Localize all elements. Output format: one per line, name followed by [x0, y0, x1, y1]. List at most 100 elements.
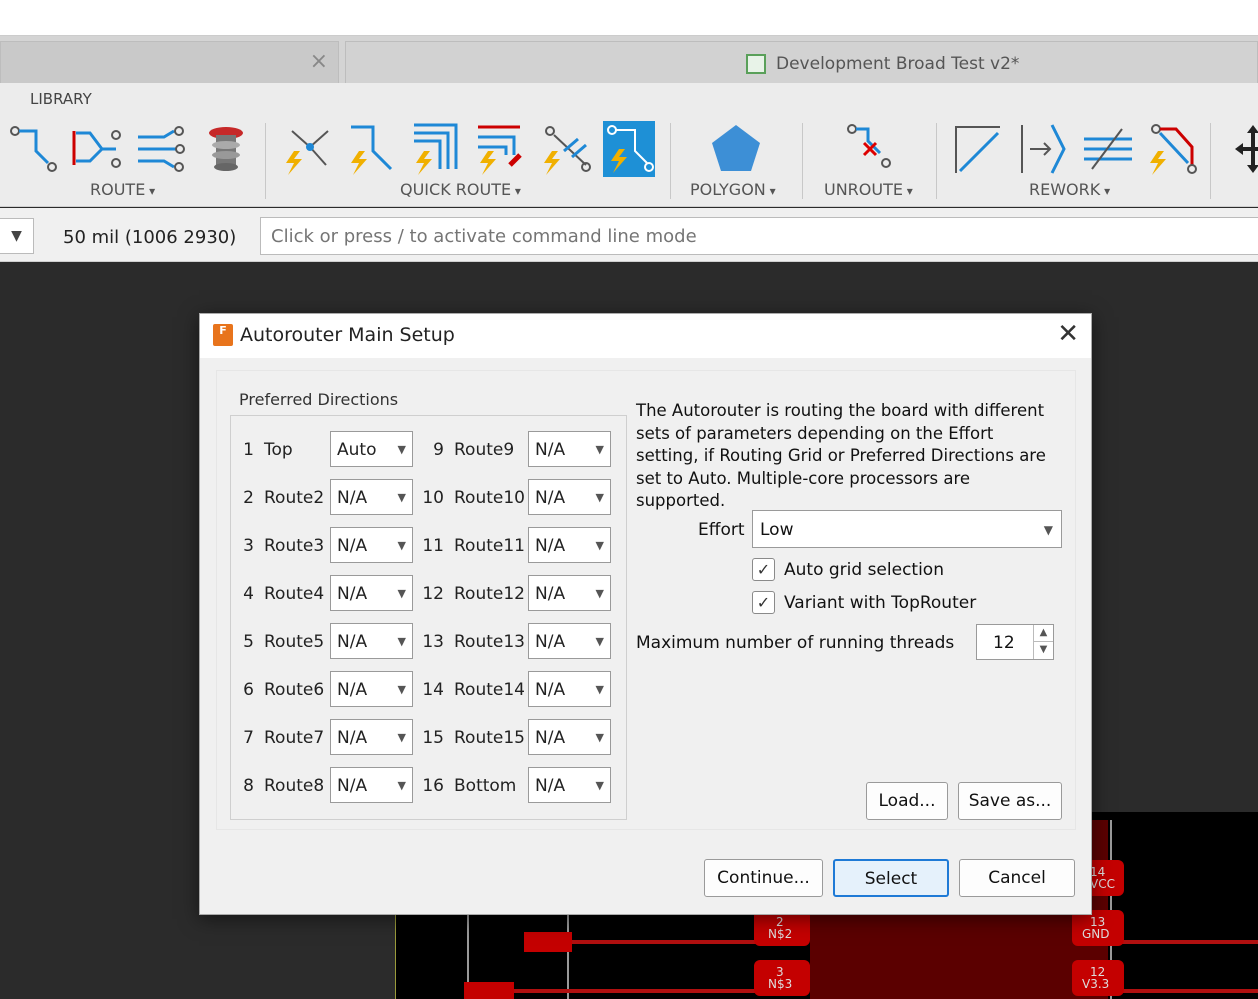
dialog-titlebar[interactable]: F Autorouter Main Setup ✕ [200, 314, 1091, 358]
pad-name: VCC [1090, 877, 1115, 891]
pad-3[interactable]: 3 N$3 [754, 960, 810, 996]
selected-value: N/A [337, 776, 368, 796]
layer-direction-select[interactable]: N/A ▼ [330, 719, 413, 755]
cancel-button[interactable]: Cancel [959, 859, 1075, 897]
pcb-trace[interactable] [1120, 989, 1258, 993]
pad-13[interactable]: 13 GND [1072, 910, 1124, 946]
layer-number: 5 [243, 632, 254, 652]
toprouter-checkbox[interactable]: ✓ [752, 591, 775, 614]
spin-up-icon[interactable]: ▲ [1033, 625, 1053, 642]
layer-number: 2 [243, 488, 254, 508]
pad-12[interactable]: 12 V3.3 [1072, 960, 1124, 996]
layer-direction-select[interactable]: Auto ▼ [330, 431, 413, 467]
layer-direction-select[interactable]: N/A ▼ [528, 719, 611, 755]
route-multiple-icon[interactable] [134, 121, 186, 177]
layer-direction-select[interactable]: N/A ▼ [528, 527, 611, 563]
move-icon[interactable] [1224, 121, 1258, 177]
layer-direction-select[interactable]: N/A ▼ [330, 623, 413, 659]
auto-grid-checkbox[interactable]: ✓ [752, 558, 775, 581]
grid-dropdown[interactable]: ▼ [0, 218, 34, 254]
selected-value: N/A [535, 728, 566, 748]
layer-name: Route9 [454, 440, 515, 460]
layer-number: 6 [243, 680, 254, 700]
layer-name: Route5 [264, 632, 325, 652]
layer-direction-select[interactable]: N/A ▼ [330, 671, 413, 707]
layer-direction-select[interactable]: N/A ▼ [528, 575, 611, 611]
dropdown-arrow-icon: ▼ [397, 587, 406, 600]
layer-name: Route13 [454, 632, 525, 652]
load-button[interactable]: Load... [866, 782, 948, 820]
quick-route-airwire-split-icon[interactable] [540, 121, 592, 177]
unroute-group-label[interactable]: UNROUTE [824, 180, 913, 199]
quick-route-multiple-icon[interactable] [410, 121, 462, 177]
layer-direction-select[interactable]: N/A ▼ [330, 527, 413, 563]
layer-direction-select[interactable]: N/A ▼ [330, 575, 413, 611]
threads-spinbox[interactable]: 12 ▲ ▼ [976, 624, 1054, 660]
close-tab-icon[interactable]: × [310, 51, 328, 73]
quick-route-all-icon[interactable] [603, 121, 655, 177]
select-button[interactable]: Select [833, 859, 949, 897]
continue-button[interactable]: Continue... [704, 859, 823, 897]
dropdown-arrow-icon: ▼ [1043, 523, 1053, 537]
effort-select[interactable]: Low ▼ [752, 510, 1062, 548]
coordinate-readout: 50 mil (1006 2930) [63, 227, 237, 248]
selected-value: N/A [337, 632, 368, 652]
preferred-directions-label: Preferred Directions [239, 390, 399, 409]
autorouter-setup-dialog: F Autorouter Main Setup ✕ Preferred Dire… [199, 313, 1092, 915]
quick-route-diff-pair-icon[interactable] [474, 121, 526, 177]
layer-direction-select[interactable]: N/A ▼ [330, 479, 413, 515]
layer-name: Route7 [264, 728, 325, 748]
rework-ripup-icon[interactable] [1146, 121, 1198, 177]
selected-value: N/A [535, 584, 566, 604]
command-line-input[interactable] [260, 217, 1258, 255]
dropdown-arrow-icon: ▼ [397, 539, 406, 552]
ribbon-separator [1210, 123, 1211, 199]
smd-pad[interactable] [524, 932, 572, 952]
preferred-directions-group [230, 415, 627, 820]
spin-down-icon[interactable]: ▼ [1033, 642, 1053, 659]
unroute-icon[interactable] [842, 121, 894, 177]
toprouter-label: Variant with TopRouter [784, 593, 977, 613]
dropdown-arrow-icon: ▼ [397, 443, 406, 456]
close-icon[interactable]: ✕ [1057, 320, 1079, 348]
dropdown-arrow-icon: ▼ [595, 635, 604, 648]
dropdown-arrow-icon: ▼ [397, 635, 406, 648]
polygon-group-label[interactable]: POLYGON [690, 180, 776, 199]
pad-2[interactable]: 2 N$2 [754, 910, 810, 946]
rework-miter-icon[interactable] [952, 121, 1004, 177]
layer-direction-select[interactable]: N/A ▼ [528, 767, 611, 803]
quick-route-airwire-icon[interactable] [282, 121, 334, 177]
effort-label: Effort [698, 520, 745, 540]
polygon-icon[interactable] [710, 121, 762, 177]
layer-direction-select[interactable]: N/A ▼ [528, 479, 611, 515]
route-group-label[interactable]: ROUTE [90, 180, 155, 199]
layer-direction-select[interactable]: N/A ▼ [330, 767, 413, 803]
document-tab-2[interactable]: Development Broad Test v2* [345, 41, 1258, 83]
rework-slide-icon[interactable] [1082, 121, 1134, 177]
document-tab-label: Development Broad Test v2* [776, 54, 1020, 74]
pcb-trace[interactable] [1120, 940, 1258, 944]
pad-name: GND [1082, 927, 1110, 941]
quick-route-signal-icon[interactable] [345, 121, 397, 177]
layer-name: Top [264, 440, 293, 460]
layer-name: Route10 [454, 488, 525, 508]
rework-group-label[interactable]: REWORK [1029, 180, 1110, 199]
library-tab[interactable]: LIBRARY [30, 90, 92, 108]
layer-direction-select[interactable]: N/A ▼ [528, 623, 611, 659]
selected-value: N/A [337, 584, 368, 604]
dialog-title: Autorouter Main Setup [240, 324, 455, 346]
route-differential-pair-icon[interactable] [70, 121, 122, 177]
layer-direction-select[interactable]: N/A ▼ [528, 431, 611, 467]
rework-split-icon[interactable] [1018, 121, 1070, 177]
layer-direction-select[interactable]: N/A ▼ [528, 671, 611, 707]
quick-route-group-label[interactable]: QUICK ROUTE [400, 180, 521, 199]
document-tab-1[interactable]: × [0, 41, 339, 83]
route-single-icon[interactable] [6, 121, 58, 177]
via-icon[interactable] [200, 121, 252, 177]
smd-pad[interactable] [464, 982, 514, 999]
dropdown-arrow-icon: ▼ [595, 683, 604, 696]
layer-number: 12 [422, 584, 444, 604]
save-as-button[interactable]: Save as... [958, 782, 1062, 820]
selected-value: N/A [337, 728, 368, 748]
autorouter-info-text: The Autorouter is routing the board with… [636, 401, 1046, 510]
